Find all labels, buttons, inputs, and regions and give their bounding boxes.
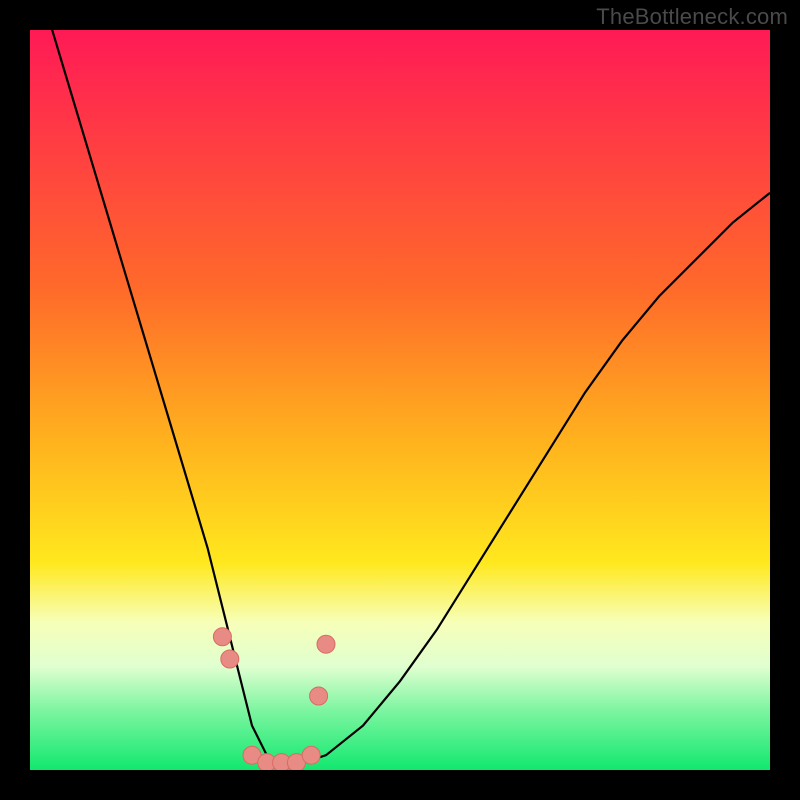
watermark-text: TheBottleneck.com xyxy=(596,4,788,30)
marker-point xyxy=(302,746,320,764)
marker-point xyxy=(310,687,328,705)
chart-svg xyxy=(30,30,770,770)
marker-point xyxy=(221,650,239,668)
plot-area xyxy=(30,30,770,770)
marker-point xyxy=(317,635,335,653)
chart-frame: TheBottleneck.com xyxy=(0,0,800,800)
marker-point xyxy=(213,628,231,646)
gradient-background xyxy=(30,30,770,770)
